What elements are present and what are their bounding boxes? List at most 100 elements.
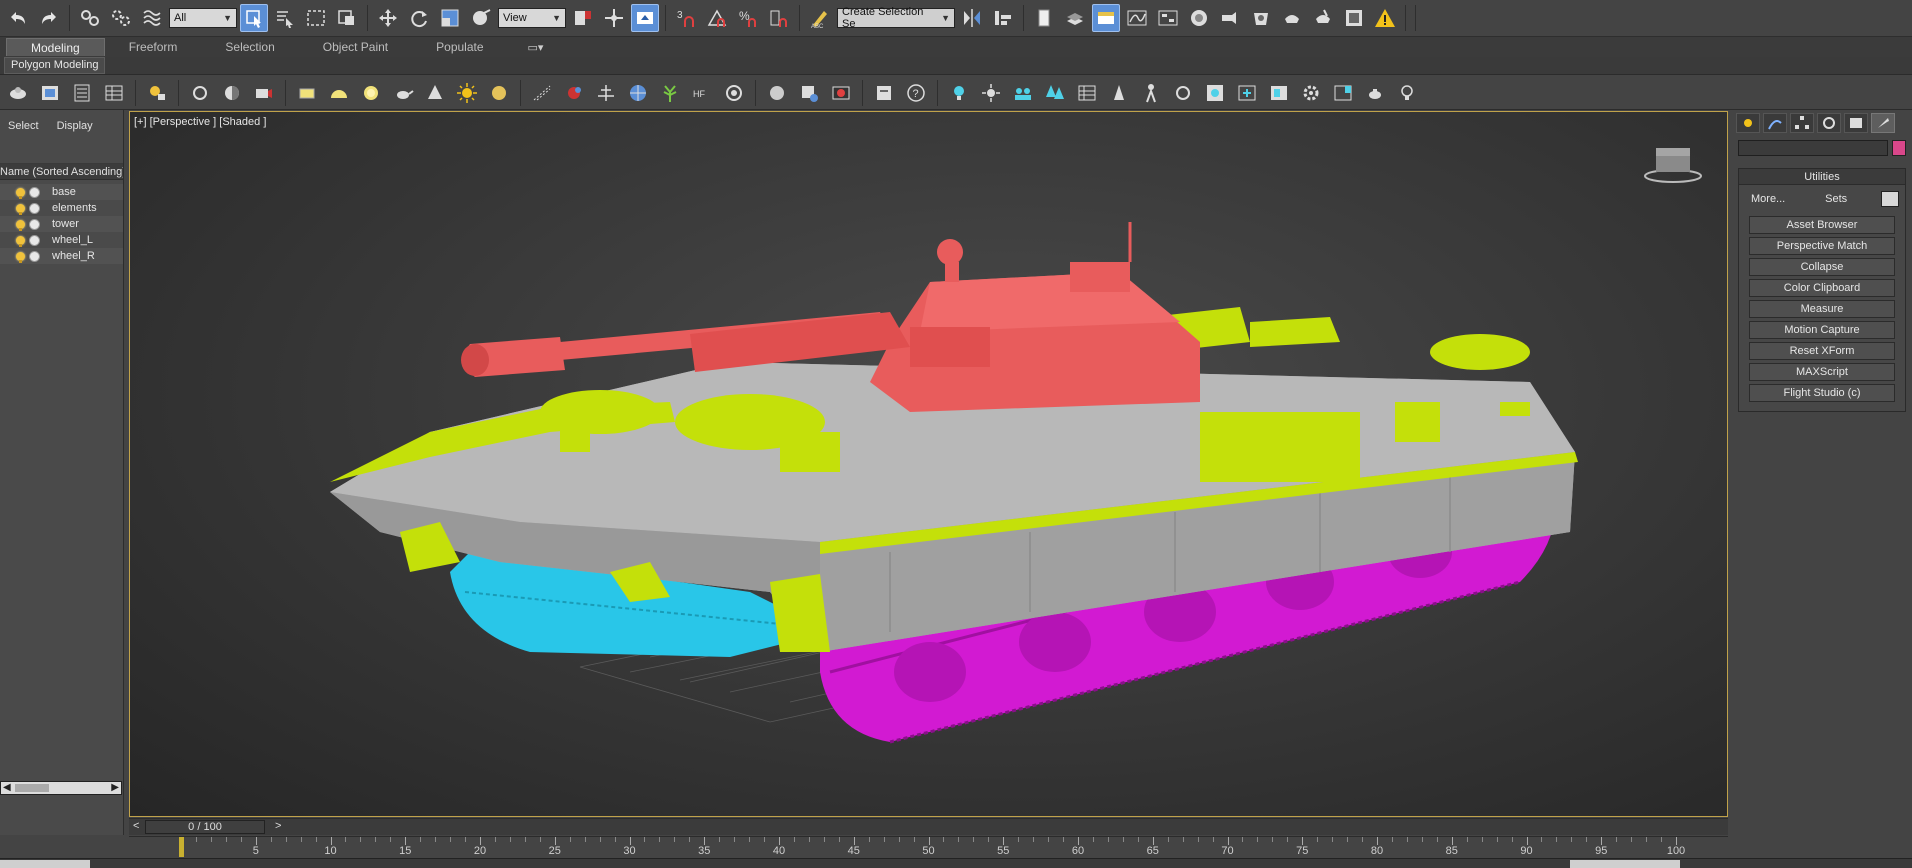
scene-explorer-icon[interactable] [4,79,32,107]
rect-selection-region-icon[interactable] [302,4,330,32]
render-production-icon[interactable] [1278,4,1306,32]
light-bulb-icon[interactable] [945,79,973,107]
scrollbar-thumb[interactable] [15,784,49,792]
figure-icon[interactable] [1137,79,1165,107]
bones-icon[interactable] [186,79,214,107]
configure-sets-icon[interactable] [1881,191,1899,207]
reset-xform-button[interactable]: Reset XForm [1749,342,1895,360]
toggle-layer-explorer-icon[interactable] [1061,4,1089,32]
tree-row-base[interactable]: base [0,184,123,200]
display-tab-icon[interactable] [1844,113,1868,133]
explorer-menu-select[interactable]: Select [8,120,39,132]
schematic-view-icon[interactable] [1154,4,1182,32]
cone-primitive-icon[interactable] [421,79,449,107]
help-icon[interactable]: ? [902,79,930,107]
flight-studio-button[interactable]: Flight Studio (c) [1749,384,1895,402]
reference-coordinate-dropdown[interactable]: View ▼ [498,8,566,28]
percent-snap-icon[interactable]: % [734,4,762,32]
sun-light-icon[interactable] [453,79,481,107]
explorer-horizontal-scrollbar[interactable]: ◀ ▶ [0,781,122,795]
more-button[interactable]: More... [1745,193,1791,205]
disk-primitive-icon[interactable] [485,79,513,107]
helper-icon[interactable] [560,79,588,107]
object-paint-icon[interactable] [1105,79,1133,107]
snaps-toggle-icon[interactable]: 3 [672,4,700,32]
angle-snap-icon[interactable] [703,4,731,32]
time-slider-thumb[interactable]: 0 / 100 [145,820,265,834]
tab-selection[interactable]: Selection [201,38,298,56]
select-place-icon[interactable] [467,4,495,32]
teapot-render-icon[interactable] [1361,79,1389,107]
selection-filter-dropdown[interactable]: All ▼ [169,8,237,28]
polygon-modeling-panel[interactable]: Polygon Modeling [4,57,106,74]
visibility-icon[interactable] [29,218,40,230]
list-view-icon[interactable] [1073,79,1101,107]
teapot-primitive-icon[interactable] [389,79,417,107]
mirror-icon[interactable] [958,4,986,32]
display-icon[interactable] [36,79,64,107]
bind-spacewarp-icon[interactable] [138,4,166,32]
explorer-menu-display[interactable]: Display [57,120,93,132]
image-map-icon[interactable] [795,79,823,107]
select-manipulate-icon[interactable] [600,4,628,32]
sunlight-icon[interactable] [977,79,1005,107]
visibility-icon[interactable] [29,234,40,246]
light-bulb-icon[interactable] [16,235,25,247]
column-list-icon[interactable] [68,79,96,107]
tree-row-tower[interactable]: tower [0,216,123,232]
map-channel-icon[interactable] [1201,79,1229,107]
foliage-icon[interactable] [656,79,684,107]
modify-tab-icon[interactable] [1763,113,1787,133]
sets-button[interactable]: Sets [1819,193,1853,205]
light-bulb-icon[interactable] [16,187,25,199]
particle-icon[interactable] [528,79,556,107]
visibility-icon[interactable] [29,250,40,262]
lights-filter-icon[interactable] [143,79,171,107]
tab-modeling[interactable]: Modeling [6,38,105,56]
link-icon[interactable] [76,4,104,32]
color-clipboard-button[interactable]: Color Clipboard [1749,279,1895,297]
curve-editor-icon[interactable] [1123,4,1151,32]
preview-frame-icon[interactable] [1233,79,1261,107]
scroll-right-icon[interactable]: ▶ [111,782,119,794]
hierarchy-tab-icon[interactable] [1790,113,1814,133]
tab-populate[interactable]: Populate [412,38,507,56]
pivot-center-icon[interactable] [569,4,597,32]
render-iterative-icon[interactable] [1309,4,1337,32]
trees-icon[interactable] [1041,79,1069,107]
tab-freeform[interactable]: Freeform [105,38,202,56]
crowd-icon[interactable] [1009,79,1037,107]
sphere-primitive-icon[interactable] [357,79,385,107]
redo-icon[interactable] [35,4,63,32]
edit-named-selection-icon[interactable]: ABC [806,4,834,32]
shell-icon[interactable] [720,79,748,107]
hemisphere-primitive-icon[interactable] [325,79,353,107]
rotate-icon[interactable] [405,4,433,32]
next-frame-button[interactable]: > [275,820,281,832]
undo-icon[interactable] [4,4,32,32]
previous-frame-button[interactable]: < [133,820,139,832]
motion-tab-icon[interactable] [1817,113,1841,133]
tree-row-wheel-r[interactable]: wheel_R [0,248,123,264]
tree-row-wheel-l[interactable]: wheel_L [0,232,123,248]
archive-icon[interactable] [870,79,898,107]
cameras-icon[interactable] [250,79,278,107]
render-in-cloud-icon[interactable] [1340,4,1368,32]
collapse-button[interactable]: Collapse [1749,258,1895,276]
align-icon[interactable] [989,4,1017,32]
select-by-name-icon[interactable] [271,4,299,32]
box-primitive-icon[interactable] [293,79,321,107]
object-name-field[interactable] [1738,140,1888,156]
viewport-layout-icon[interactable] [1329,79,1357,107]
toggle-scene-explorer-icon[interactable] [1030,4,1058,32]
create-tab-icon[interactable] [1736,113,1760,133]
globe-icon[interactable] [624,79,652,107]
gear-icon[interactable] [1297,79,1325,107]
tree-row-elements[interactable]: elements [0,200,123,216]
move-icon[interactable] [374,4,402,32]
scroll-left-icon[interactable]: ◀ [3,782,11,794]
explorer-column-header[interactable]: Name (Sorted Ascending) [0,164,123,180]
viewcube-icon[interactable] [1644,148,1702,183]
select-object-icon[interactable] [240,4,268,32]
tab-object-paint[interactable]: Object Paint [299,38,412,56]
